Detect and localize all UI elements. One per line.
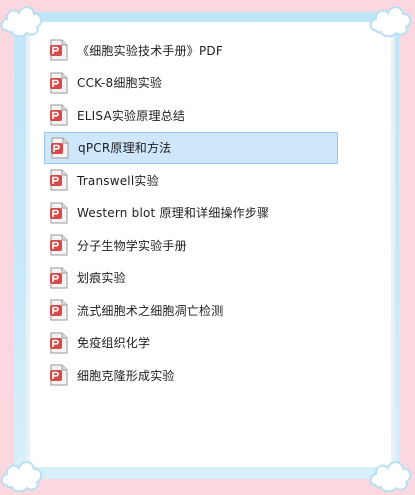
file-document-icon — [49, 267, 69, 289]
file-document-icon — [49, 202, 69, 224]
file-name-label: Transwell实验 — [77, 173, 159, 188]
file-name-label: 分子生物学实验手册 — [77, 238, 187, 253]
file-name-label: 免疫组织化学 — [77, 336, 151, 351]
file-document-icon — [49, 72, 69, 94]
file-row-8[interactable]: 流式细胞术之细胞凋亡检测 — [44, 294, 344, 327]
file-name-label: 《细胞实验技术手册》PDF — [77, 43, 223, 58]
file-row-7[interactable]: 划痕实验 — [44, 262, 344, 295]
file-row-5[interactable]: Western blot 原理和详细操作步骤 — [44, 197, 344, 230]
file-name-label: ELISA实验原理总结 — [77, 108, 186, 123]
file-row-10[interactable]: 细胞克隆形成实验 — [44, 359, 344, 392]
file-document-icon — [49, 364, 69, 386]
file-document-icon — [49, 332, 69, 354]
file-row-2[interactable]: ELISA实验原理总结 — [44, 99, 344, 132]
file-row-9[interactable]: 免疫组织化学 — [44, 327, 344, 360]
cloud-bottom-left-icon — [0, 461, 43, 493]
file-row-1[interactable]: CCK-8细胞实验 — [44, 67, 344, 100]
file-document-icon — [49, 39, 69, 61]
file-row-0[interactable]: 《细胞实验技术手册》PDF — [44, 34, 344, 67]
file-name-label: 细胞克隆形成实验 — [77, 368, 175, 383]
file-name-label: CCK-8细胞实验 — [77, 76, 163, 91]
file-document-icon — [49, 234, 69, 256]
file-document-icon — [49, 104, 69, 126]
file-name-label: Western blot 原理和详细操作步骤 — [77, 206, 270, 221]
file-name-label: qPCR原理和方法 — [78, 141, 172, 156]
cloud-top-right-icon — [369, 6, 412, 38]
file-name-label: 划痕实验 — [77, 271, 126, 286]
file-list: 《细胞实验技术手册》PDF CCK-8细胞实验 ELISA实验原理总结 qPCR… — [44, 34, 344, 392]
cloud-bottom-right-icon — [369, 461, 412, 493]
file-row-6[interactable]: 分子生物学实验手册 — [44, 229, 344, 262]
file-name-label: 流式细胞术之细胞凋亡检测 — [77, 303, 224, 318]
cloud-top-left-icon — [0, 6, 43, 38]
file-document-icon — [49, 299, 69, 321]
file-row-4[interactable]: Transwell实验 — [44, 164, 344, 197]
file-row-3[interactable]: qPCR原理和方法 — [44, 131, 338, 164]
file-document-icon — [49, 169, 69, 191]
file-document-icon — [50, 137, 70, 159]
